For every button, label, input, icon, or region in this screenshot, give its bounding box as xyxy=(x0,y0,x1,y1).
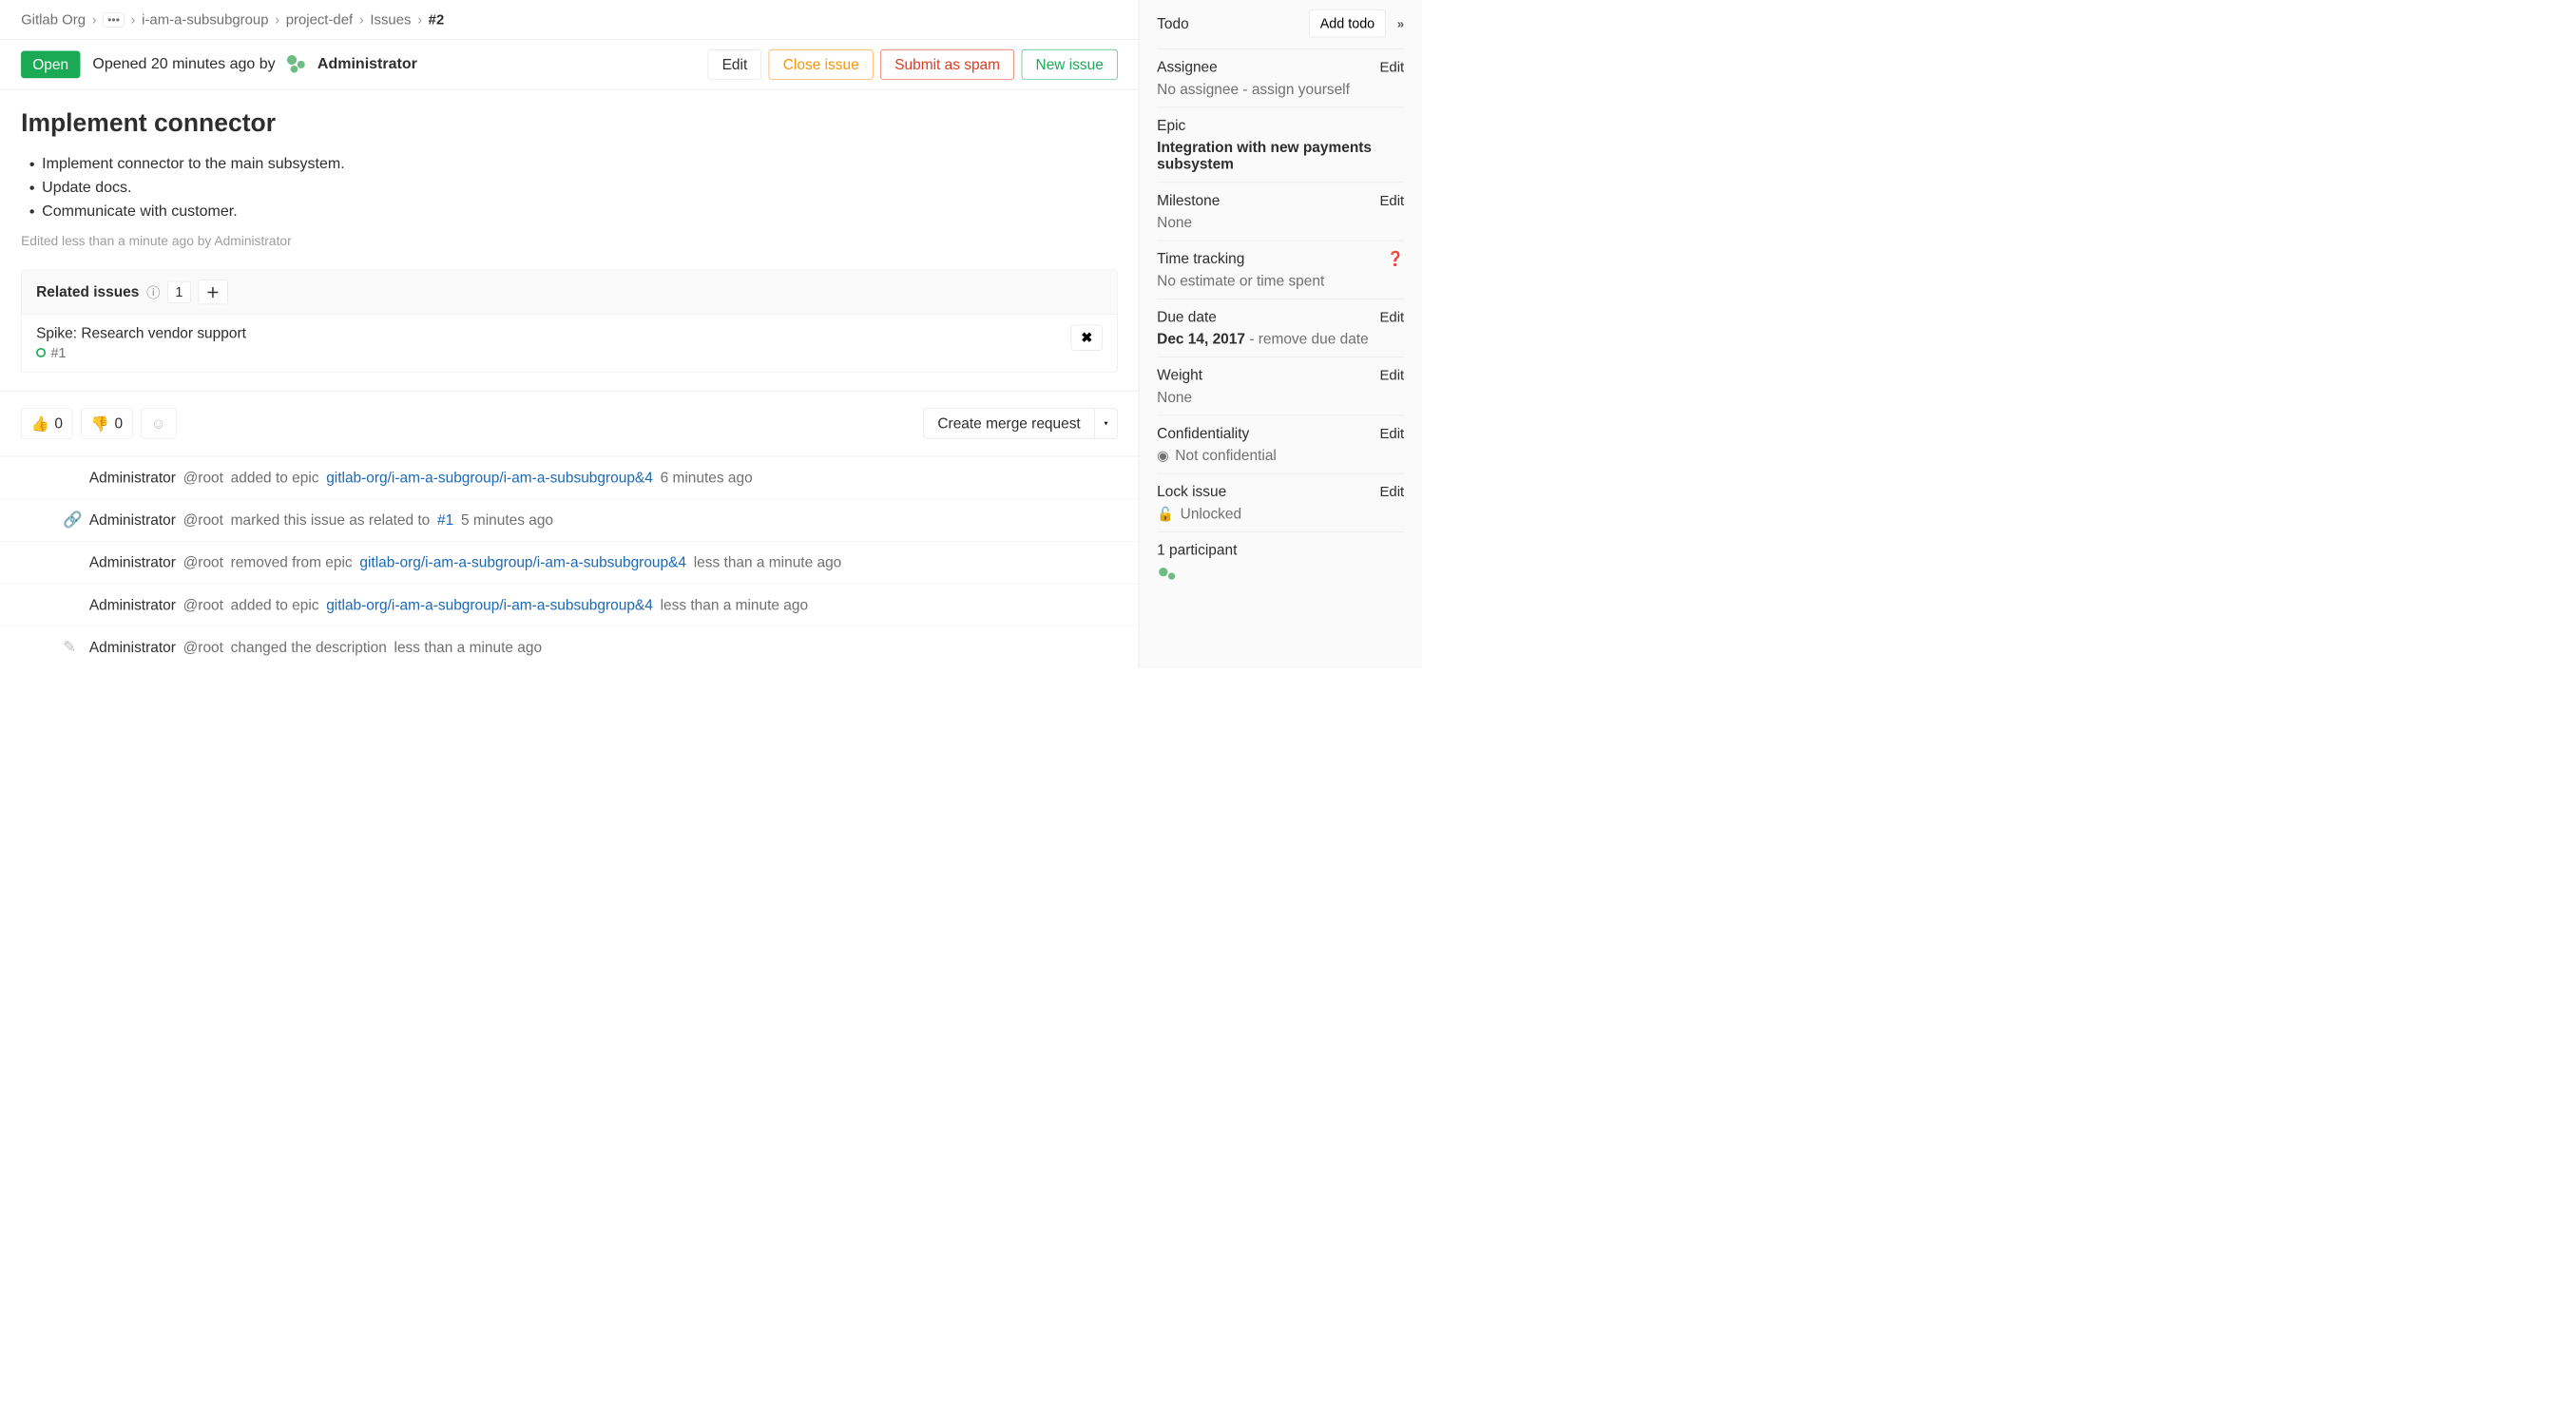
lock-edit[interactable]: Edit xyxy=(1379,484,1404,500)
milestone-value: None xyxy=(1157,214,1404,231)
author-avatar[interactable] xyxy=(285,53,308,76)
activity-link[interactable]: #1 xyxy=(437,511,453,529)
activity-item: ✎ Administrator @root changed the descri… xyxy=(0,626,1139,668)
remove-due-date-link[interactable]: - remove due date xyxy=(1245,331,1369,347)
breadcrumb: Gitlab Org › ••• › i-am-a-subsubgroup › … xyxy=(0,0,1139,40)
create-merge-request-button[interactable]: Create merge request xyxy=(923,409,1094,439)
participant-avatar[interactable] xyxy=(1157,566,1178,587)
smiley-icon: ☺ xyxy=(151,415,166,433)
activity-item: Administrator @root added to epic gitlab… xyxy=(0,456,1139,498)
time-tracking-help-icon[interactable]: ❓ xyxy=(1387,250,1405,267)
sidebar: Todo Add todo » Assignee Edit No assigne… xyxy=(1139,0,1422,668)
related-count: 1 xyxy=(167,281,191,303)
activity-link[interactable]: gitlab-org/i-am-a-subgroup/i-am-a-subsub… xyxy=(326,469,653,486)
lock-value: Unlocked xyxy=(1181,506,1241,523)
related-issues-box: Related issues ⓘ 1 ＋ Spike: Research ven… xyxy=(21,270,1118,373)
submit-spam-button[interactable]: Submit as spam xyxy=(880,49,1014,80)
thumbs-down-count: 0 xyxy=(115,415,124,433)
due-date-edit[interactable]: Edit xyxy=(1379,309,1404,325)
related-issue-title: Spike: Research vendor support xyxy=(36,325,246,342)
help-icon[interactable]: ⓘ xyxy=(146,282,160,301)
participants-label: 1 participant xyxy=(1157,542,1237,559)
close-issue-button[interactable]: Close issue xyxy=(769,49,874,80)
edit-button[interactable]: Edit xyxy=(708,49,761,80)
thumbs-down-button[interactable]: 👎 0 xyxy=(81,408,132,439)
milestone-edit[interactable]: Edit xyxy=(1379,192,1404,208)
caret-down-icon: ▾ xyxy=(1105,419,1108,427)
chevron-right-icon: › xyxy=(131,11,136,28)
epic-value[interactable]: Integration with new payments subsystem xyxy=(1157,139,1372,172)
new-issue-button[interactable]: New issue xyxy=(1022,49,1118,80)
weight-value: None xyxy=(1157,389,1404,406)
weight-edit[interactable]: Edit xyxy=(1379,367,1404,383)
thumbs-up-count: 0 xyxy=(54,415,63,433)
author-name[interactable]: Administrator xyxy=(317,55,417,72)
breadcrumb-issues[interactable]: Issues xyxy=(370,11,411,28)
thumbs-up-button[interactable]: 👍 0 xyxy=(21,408,72,439)
pencil-icon: ✎ xyxy=(63,638,76,656)
weight-label: Weight xyxy=(1157,367,1202,384)
activity-item: 🔗 Administrator @root marked this issue … xyxy=(0,498,1139,541)
add-todo-button[interactable]: Add todo xyxy=(1309,10,1386,37)
remove-related-button[interactable]: ✖ xyxy=(1071,325,1103,351)
chevron-right-icon: › xyxy=(275,11,279,28)
due-date-value: Dec 14, 2017 xyxy=(1157,331,1245,347)
activity-feed: Administrator @root added to epic gitlab… xyxy=(0,456,1139,669)
time-tracking-value: No estimate or time spent xyxy=(1157,272,1404,289)
edited-note: Edited less than a minute ago by Adminis… xyxy=(21,234,1118,249)
add-reaction-button[interactable]: ☺ xyxy=(141,409,176,439)
assignee-edit[interactable]: Edit xyxy=(1379,59,1404,75)
desc-item: Update docs. xyxy=(42,176,1118,200)
activity-link[interactable]: gitlab-org/i-am-a-subgroup/i-am-a-subsub… xyxy=(359,554,686,571)
breadcrumb-project[interactable]: project-def xyxy=(286,11,353,28)
status-badge: Open xyxy=(21,51,80,79)
assignee-value[interactable]: No assignee - assign yourself xyxy=(1157,81,1404,98)
due-date-label: Due date xyxy=(1157,309,1217,326)
breadcrumb-org[interactable]: Gitlab Org xyxy=(21,11,86,28)
issue-description: Implement connector to the main subsyste… xyxy=(21,152,1118,222)
activity-item: Administrator @root removed from epic gi… xyxy=(0,541,1139,584)
confidentiality-value: Not confidential xyxy=(1175,447,1277,464)
lock-label: Lock issue xyxy=(1157,483,1226,500)
collapse-sidebar-icon[interactable]: » xyxy=(1397,17,1404,31)
epic-label: Epic xyxy=(1157,117,1185,134)
related-issues-title: Related issues xyxy=(36,283,139,300)
issue-title: Implement connector xyxy=(21,108,1118,137)
confidentiality-edit[interactable]: Edit xyxy=(1379,425,1404,441)
chevron-right-icon: › xyxy=(92,11,97,28)
desc-item: Communicate with customer. xyxy=(42,200,1118,223)
activity-item: Administrator @root added to epic gitlab… xyxy=(0,584,1139,626)
chevron-right-icon: › xyxy=(359,11,364,28)
eye-icon: ◉ xyxy=(1157,448,1169,464)
add-related-button[interactable]: ＋ xyxy=(198,279,227,304)
related-issue-ref: #1 xyxy=(51,345,67,361)
related-issue-item[interactable]: Spike: Research vendor support #1 ✖ xyxy=(22,315,1118,372)
thumbs-up-icon: 👍 xyxy=(31,415,49,433)
breadcrumb-subgroup[interactable]: i-am-a-subsubgroup xyxy=(142,11,268,28)
milestone-label: Milestone xyxy=(1157,192,1220,209)
thumbs-down-icon: 👎 xyxy=(91,415,109,433)
breadcrumb-current: #2 xyxy=(429,11,445,28)
activity-link[interactable]: gitlab-org/i-am-a-subgroup/i-am-a-subsub… xyxy=(326,597,653,614)
todo-label: Todo xyxy=(1157,15,1189,32)
issue-open-icon xyxy=(36,348,46,357)
assignee-label: Assignee xyxy=(1157,59,1218,76)
link-icon: 🔗 xyxy=(63,511,83,529)
time-tracking-label: Time tracking xyxy=(1157,250,1244,267)
opened-meta: Opened 20 minutes ago by Administrator xyxy=(92,53,416,76)
breadcrumb-ellipsis[interactable]: ••• xyxy=(103,12,125,27)
chevron-right-icon: › xyxy=(417,11,422,28)
confidentiality-label: Confidentiality xyxy=(1157,425,1249,442)
unlock-icon: 🔓 xyxy=(1157,506,1174,522)
create-mr-dropdown-toggle[interactable]: ▾ xyxy=(1094,409,1118,439)
desc-item: Implement connector to the main subsyste… xyxy=(42,152,1118,176)
reactions-row: 👍 0 👎 0 ☺ Create merge request ▾ xyxy=(0,391,1139,455)
issue-header: Open Opened 20 minutes ago by Administra… xyxy=(0,40,1139,89)
